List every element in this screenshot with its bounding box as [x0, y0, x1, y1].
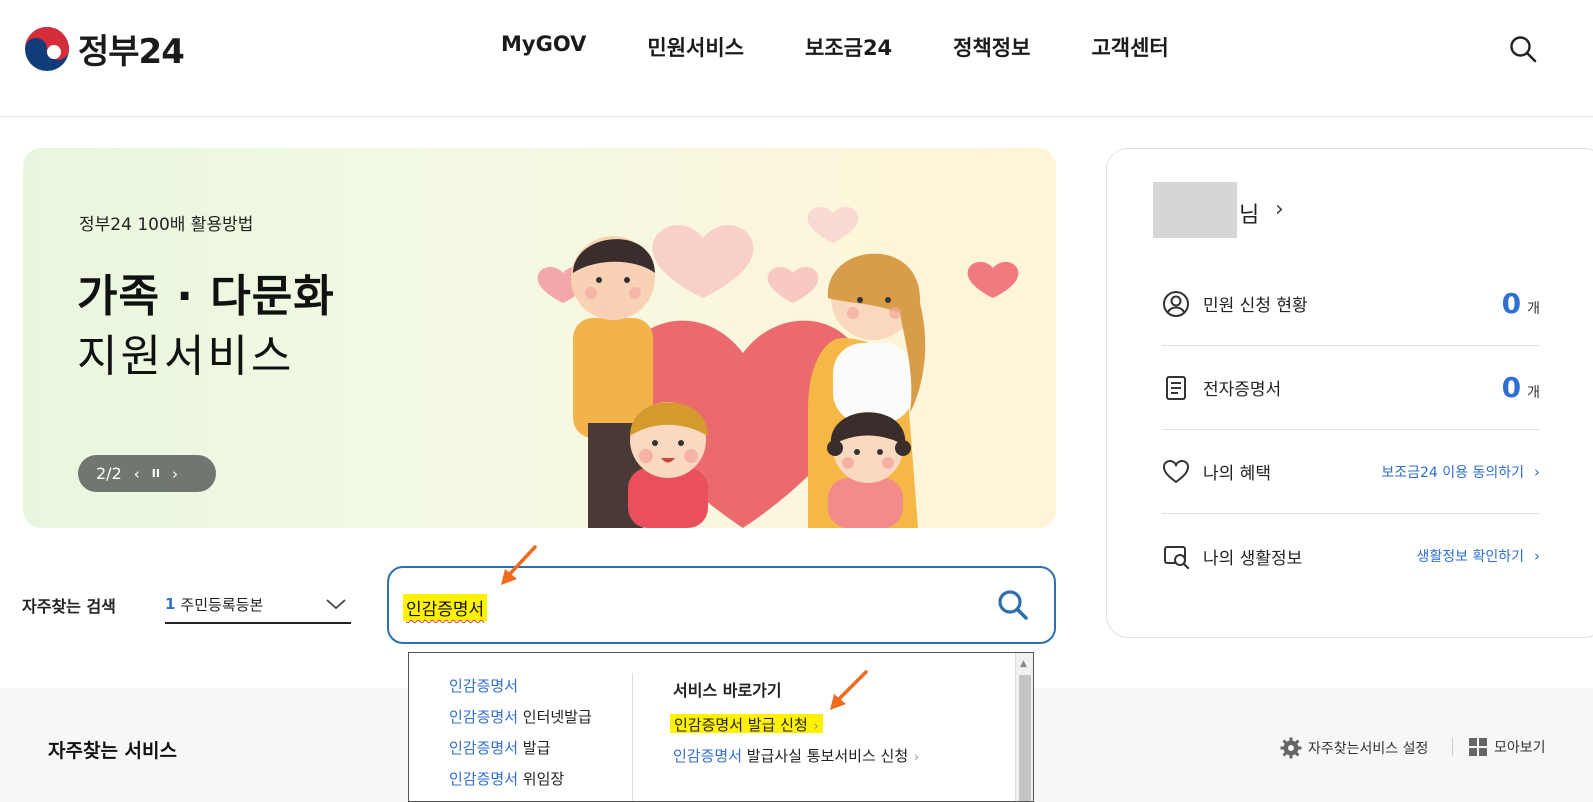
- nav-civil-service[interactable]: 민원서비스: [647, 32, 744, 62]
- card-row-label: 전자증명서: [1203, 380, 1282, 400]
- frequent-search-rank: 1: [165, 595, 176, 613]
- logo-text: 정부24: [78, 32, 185, 72]
- chevron-right-icon: ›: [1534, 547, 1540, 565]
- card-row-benefits[interactable]: 나의 혜택 보조금24 이용 동의하기 ›: [1162, 430, 1540, 514]
- autocomplete-dropdown: 인감증명서 인감증명서 인터넷발급 인감증명서 발급 인감증명서 위임장 서비스…: [408, 652, 1034, 802]
- life-info-link[interactable]: 생활정보 확인하기: [1417, 546, 1525, 566]
- card-row-label: 나의 생활정보: [1203, 548, 1303, 569]
- search-input[interactable]: 인감증명서: [387, 566, 1056, 644]
- shortcut-notification-service[interactable]: 인감증명서 발급사실 통보서비스 신청 ›: [673, 745, 919, 765]
- promo-banner[interactable]: 정부24 100배 활용방법 가족 · 다문화 지원서비스 2/2 ‹ II ›: [23, 148, 1056, 528]
- card-row-life-info[interactable]: 나의 생활정보 생활정보 확인하기 ›: [1162, 514, 1540, 598]
- frequent-search-label: 자주찾는 검색: [22, 597, 116, 616]
- chevron-right-icon: ›: [1534, 462, 1540, 481]
- search-input-value: 인감증명서: [403, 594, 488, 621]
- divider: [1452, 738, 1453, 756]
- search-button-icon[interactable]: [996, 588, 1030, 622]
- card-row-label: 나의 혜택: [1203, 464, 1271, 484]
- chevron-right-icon: ›: [914, 750, 919, 764]
- divider: [632, 673, 633, 801]
- chevron-right-icon: ›: [813, 719, 819, 733]
- scroll-up-icon[interactable]: ▲: [1020, 659, 1027, 669]
- heart-icon: [1162, 459, 1190, 483]
- suggestion-list: 인감증명서 인감증명서 인터넷발급 인감증명서 발급 인감증명서 위임장: [449, 675, 592, 799]
- shortcut-issue-request[interactable]: 인감증명서 발급 신청 ›: [670, 714, 823, 734]
- shortcut-heading: 서비스 바로가기: [673, 681, 782, 700]
- frequent-services-title: 자주찾는 서비스: [48, 740, 177, 762]
- user-honorific: 님: [1239, 203, 1260, 228]
- certificate-count: 0: [1501, 371, 1522, 404]
- subsidy-consent-link[interactable]: 보조금24 이용 동의하기: [1381, 462, 1524, 482]
- next-slide-button[interactable]: ›: [172, 465, 178, 483]
- application-count: 0: [1501, 287, 1522, 320]
- banner-subtitle: 정부24 100배 활용방법: [79, 215, 254, 235]
- banner-title-line1: 가족 · 다문화: [77, 271, 335, 322]
- nav-subsidy[interactable]: 보조금24: [805, 32, 892, 62]
- scrollbar-thumb[interactable]: [1019, 675, 1031, 801]
- family-illustration: [537, 206, 1019, 528]
- nav-policy[interactable]: 정책정보: [953, 32, 1030, 62]
- annotation-arrow-icon: [501, 545, 537, 585]
- chevron-down-icon: [326, 599, 346, 610]
- banner-pager: 2/2 ‹ II ›: [78, 455, 216, 492]
- frequent-search-select[interactable]: 1 주민등록등본: [165, 586, 351, 624]
- pause-button[interactable]: II: [152, 467, 160, 480]
- card-row-e-certificates[interactable]: 전자증명서 0 개: [1162, 346, 1540, 430]
- settings-label: 자주찾는서비스 설정: [1308, 741, 1429, 757]
- count-unit: 개: [1527, 300, 1540, 317]
- search-icon[interactable]: [1508, 34, 1538, 64]
- annotation-arrow-icon: [830, 670, 868, 710]
- service-shortcuts: 서비스 바로가기 인감증명서 발급 신청 › 인감증명서 발급사실 통보서비스 신…: [670, 677, 919, 776]
- user-profile-chevron-icon[interactable]: ›: [1275, 197, 1284, 222]
- prev-slide-button[interactable]: ‹: [134, 465, 140, 483]
- person-circle-icon: [1163, 290, 1189, 317]
- card-row-applications[interactable]: 민원 신청 현황 0 개: [1162, 262, 1540, 346]
- view-all-label: 모아보기: [1494, 740, 1546, 756]
- nav-customer-center[interactable]: 고객센터: [1091, 32, 1168, 62]
- document-icon: [1166, 375, 1186, 400]
- taegeuk-logo-icon: [25, 26, 69, 71]
- banner-title-line2: 지원서비스: [77, 331, 295, 382]
- banner-page-indicator: 2/2: [96, 464, 122, 483]
- logo[interactable]: 정부24: [24, 24, 185, 73]
- nav-mygov[interactable]: MyGOV: [501, 32, 586, 62]
- view-all-button[interactable]: 모아보기: [1468, 737, 1546, 757]
- card-row-label: 민원 신청 현황: [1203, 296, 1308, 316]
- dropdown-scrollbar[interactable]: ▲: [1015, 653, 1033, 801]
- site-header: 정부24 MyGOV 민원서비스 보조금24 정책정보 고객센터: [0, 0, 1593, 117]
- suggestion-item[interactable]: 인감증명서 발급: [449, 737, 592, 757]
- user-name-redacted: [1153, 182, 1237, 238]
- grid-icon: [1469, 738, 1487, 756]
- user-summary-card: 님 › 민원 신청 현황 0 개 전자증명서 0 개 나의 혜택 보조금24 이…: [1106, 148, 1593, 638]
- gear-icon: [1280, 737, 1302, 759]
- suggestion-item[interactable]: 인감증명서: [449, 675, 592, 695]
- count-unit: 개: [1527, 384, 1540, 401]
- search-document-icon: [1164, 546, 1190, 570]
- frequent-search-value: 주민등록등본: [180, 595, 264, 614]
- suggestion-item[interactable]: 인감증명서 위임장: [449, 768, 592, 788]
- suggestion-item[interactable]: 인감증명서 인터넷발급: [449, 706, 592, 726]
- frequent-services-settings-button[interactable]: 자주찾는서비스 설정: [1280, 737, 1428, 759]
- main-nav: MyGOV 민원서비스 보조금24 정책정보 고객센터: [501, 32, 1230, 62]
